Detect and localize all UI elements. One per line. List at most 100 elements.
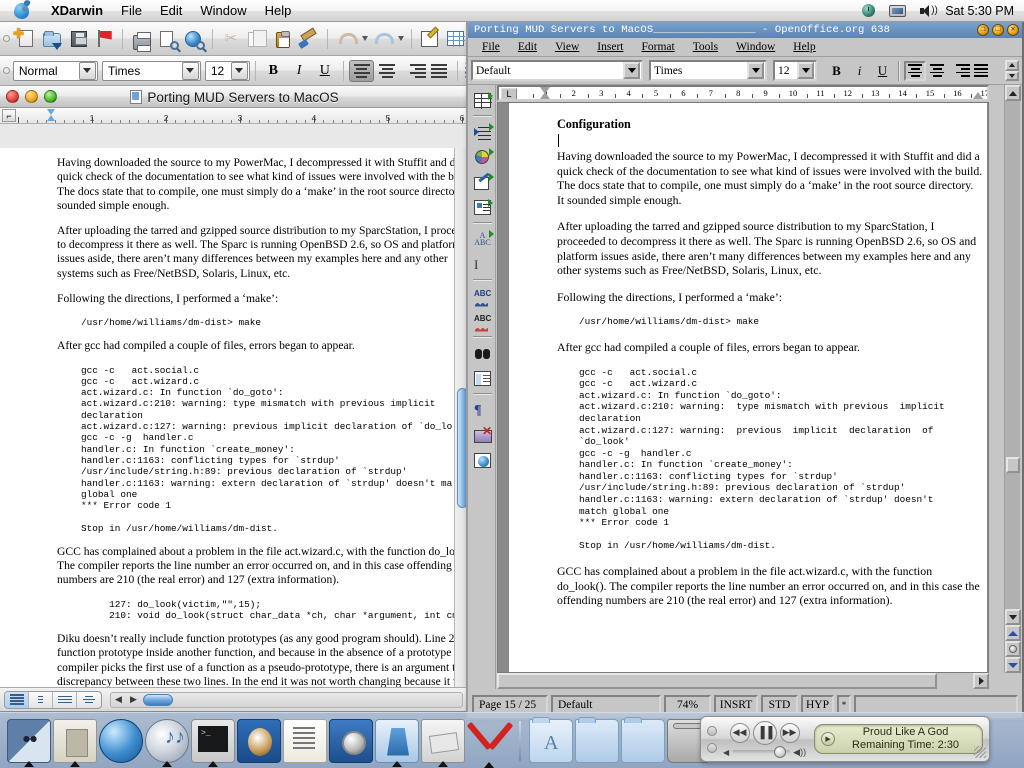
underline-button[interactable]: U bbox=[312, 60, 338, 82]
menu-window[interactable]: Window bbox=[191, 0, 255, 22]
spellcheck-icon[interactable]: ABC bbox=[471, 284, 495, 308]
chevron-down-icon[interactable] bbox=[623, 62, 640, 79]
autotext-icon[interactable]: AABC bbox=[471, 227, 495, 251]
cut-icon[interactable]: ✂ bbox=[219, 26, 243, 52]
online-layout-view-button[interactable] bbox=[29, 692, 53, 708]
print-icon[interactable] bbox=[129, 26, 153, 52]
chevron-down-icon[interactable] bbox=[182, 62, 199, 80]
navigation-icon[interactable] bbox=[1005, 641, 1021, 657]
oo-menu-format[interactable]: Format bbox=[632, 41, 683, 53]
chevron-down-icon[interactable] bbox=[747, 62, 764, 79]
oo-bold-button[interactable]: B bbox=[825, 60, 848, 82]
find-replace-icon[interactable] bbox=[471, 341, 495, 365]
italic-button[interactable]: I bbox=[286, 60, 312, 82]
oo-ruler[interactable]: L 1234567891011121314151617 bbox=[497, 85, 989, 101]
web-search-icon[interactable] bbox=[182, 26, 206, 52]
insert-table-icon[interactable] bbox=[471, 88, 495, 112]
previous-page-icon[interactable] bbox=[1005, 625, 1021, 641]
oo-align-right-button[interactable] bbox=[948, 61, 970, 81]
dock-item-terminal[interactable] bbox=[191, 719, 235, 763]
dock-item-home-folder[interactable] bbox=[621, 719, 665, 763]
fast-forward-button[interactable]: ▶▶ bbox=[780, 723, 800, 743]
align-center-button[interactable] bbox=[374, 60, 400, 82]
toolbar-grip[interactable] bbox=[0, 56, 13, 85]
rewind-button[interactable]: ◀◀ bbox=[730, 723, 750, 743]
next-page-icon[interactable] bbox=[1005, 657, 1021, 673]
oo-menu-view[interactable]: View bbox=[546, 41, 588, 53]
oo-vertical-scrollbar[interactable] bbox=[1004, 85, 1020, 673]
clock-icon[interactable] bbox=[862, 4, 875, 17]
word-page[interactable]: porting. Configuration Having downloaded… bbox=[0, 148, 455, 687]
scroll-right-icon[interactable] bbox=[973, 673, 989, 689]
new-document-icon[interactable]: ✚ bbox=[14, 26, 38, 52]
restore-button[interactable]: ❐ bbox=[977, 24, 989, 36]
font-size-combo[interactable]: 12 bbox=[205, 61, 250, 81]
chevron-down-icon[interactable] bbox=[79, 62, 96, 80]
dock-item-sherlock[interactable] bbox=[375, 719, 419, 763]
right-indent-marker[interactable] bbox=[973, 92, 983, 99]
oo-menu-edit[interactable]: Edit bbox=[509, 41, 546, 53]
font-combo[interactable]: Times bbox=[102, 61, 201, 81]
scroll-down-icon[interactable] bbox=[1005, 609, 1021, 625]
dock-item-mail[interactable] bbox=[53, 719, 97, 763]
resize-grip[interactable] bbox=[974, 746, 986, 758]
scrollbar-thumb[interactable] bbox=[497, 673, 937, 689]
dock-item-finder[interactable] bbox=[7, 719, 51, 763]
dock-item-documents-folder[interactable] bbox=[575, 719, 619, 763]
save-icon[interactable] bbox=[66, 26, 90, 52]
itunes-mini-player[interactable]: ◀◀ ▐▐ ▶▶ ◀ ◀)) ▶ Proud Like A God Remain… bbox=[700, 716, 990, 762]
pause-button[interactable]: ▐▐ bbox=[753, 721, 777, 745]
text-cursor-icon[interactable]: I bbox=[471, 252, 495, 276]
bold-button[interactable]: B bbox=[260, 60, 286, 82]
open-folder-icon[interactable] bbox=[40, 26, 64, 52]
copy-icon[interactable] bbox=[245, 26, 269, 52]
outline-view-button[interactable] bbox=[77, 692, 101, 708]
indent-marker[interactable] bbox=[47, 109, 56, 121]
page-layout-view-button[interactable] bbox=[53, 692, 77, 708]
display-icon[interactable] bbox=[889, 5, 906, 17]
left-indent-marker[interactable] bbox=[540, 92, 550, 99]
normal-view-button[interactable] bbox=[5, 692, 29, 708]
word-title-bar[interactable]: Porting MUD Servers to MacOS bbox=[0, 86, 469, 108]
scroll-up-icon[interactable] bbox=[1005, 85, 1021, 101]
volume-knob[interactable] bbox=[774, 746, 786, 758]
chevron-down-icon[interactable] bbox=[797, 62, 814, 79]
dock-item-system-preferences[interactable] bbox=[329, 719, 373, 763]
formatting-marks-icon[interactable]: ¶ bbox=[471, 398, 495, 422]
style-combo[interactable]: Normal bbox=[13, 61, 98, 81]
oo-font-combo[interactable]: Times bbox=[649, 60, 767, 81]
scrollbar-track[interactable] bbox=[1005, 101, 1020, 609]
oo-font-size-combo[interactable]: 12 bbox=[773, 60, 817, 81]
dock-item-quicktime[interactable] bbox=[237, 719, 281, 763]
chevron-down-icon[interactable] bbox=[231, 62, 248, 80]
redo-dropdown-icon[interactable] bbox=[397, 26, 405, 52]
oo-title-bar[interactable]: Porting MUD Servers to MacOS____________… bbox=[468, 22, 1022, 38]
oo-menu-file[interactable]: File bbox=[473, 41, 509, 53]
scrollbar-thumb[interactable] bbox=[1006, 457, 1020, 473]
align-justify-button[interactable] bbox=[426, 60, 452, 82]
align-right-button[interactable] bbox=[400, 60, 426, 82]
autospellcheck-icon[interactable]: ABC bbox=[471, 309, 495, 333]
itunes-volume[interactable]: ◀ ◀)) bbox=[723, 747, 806, 758]
insert-object-icon[interactable] bbox=[471, 195, 495, 219]
speaker-icon[interactable]: )) bbox=[920, 5, 934, 17]
flag-icon[interactable] bbox=[92, 26, 116, 52]
oo-align-left-button[interactable] bbox=[904, 61, 926, 81]
oo-menu-window[interactable]: Window bbox=[727, 41, 784, 53]
menu-app-name[interactable]: XDarwin bbox=[42, 0, 112, 22]
scroll-left-icon[interactable]: ◀ bbox=[111, 694, 126, 705]
word-window[interactable]: ✚ ✂ Normal Times 12 bbox=[0, 22, 470, 712]
view-mode-buttons[interactable] bbox=[4, 691, 102, 709]
oo-menu-insert[interactable]: Insert bbox=[588, 41, 632, 53]
oo-horizontal-scrollbar[interactable] bbox=[497, 673, 989, 689]
oo-align-center-button[interactable] bbox=[926, 61, 948, 81]
apple-menu[interactable] bbox=[0, 1, 42, 20]
data-sources-icon[interactable] bbox=[471, 366, 495, 390]
insert-fields-icon[interactable] bbox=[471, 120, 495, 144]
oo-italic-button[interactable]: i bbox=[848, 60, 871, 82]
dock-item-itunes[interactable] bbox=[145, 719, 189, 763]
toolbar-overflow-spinner[interactable] bbox=[1005, 60, 1019, 81]
oo-menu-tools[interactable]: Tools bbox=[684, 41, 727, 53]
menu-help[interactable]: Help bbox=[256, 0, 301, 22]
print-preview-icon[interactable] bbox=[155, 26, 179, 52]
